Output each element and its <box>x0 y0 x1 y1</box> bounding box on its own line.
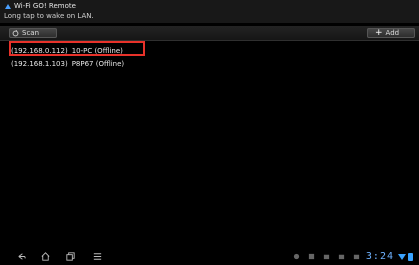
scan-button[interactable]: Scan <box>9 28 57 38</box>
recent-apps-icon[interactable] <box>65 251 76 262</box>
notification-icon[interactable] <box>338 253 345 260</box>
scan-button-label: Scan <box>22 29 40 37</box>
status-area: 3:24 <box>285 251 413 262</box>
back-icon[interactable] <box>16 251 27 262</box>
selection-highlight <box>9 41 145 56</box>
device-ip: (192.168.1.103) <box>11 59 68 68</box>
app-titlebar: Wi-Fi GO! Remote Long tap to wake on LAN… <box>0 0 419 23</box>
notification-icon[interactable] <box>323 253 330 260</box>
system-navbar: 3:24 <box>0 248 419 265</box>
notification-icon[interactable] <box>353 253 360 260</box>
device-row[interactable]: (192.168.1.103) P8P67 (Offline) <box>0 57 419 70</box>
notification-icon[interactable] <box>308 253 315 260</box>
action-bar: Scan + Add <box>0 26 419 41</box>
device-name: P8P67 (Offline) <box>71 59 125 68</box>
add-button[interactable]: + Add <box>367 28 415 38</box>
app-title: Wi-Fi GO! Remote <box>14 2 76 10</box>
clock[interactable]: 3:24 <box>366 251 394 262</box>
battery-icon <box>408 252 413 261</box>
wifi-go-app-icon <box>4 3 12 10</box>
notification-icon[interactable] <box>293 253 300 260</box>
menu-icon[interactable] <box>92 251 103 262</box>
add-button-label: Add <box>385 29 400 37</box>
wifi-icon <box>398 253 406 261</box>
home-icon[interactable] <box>40 251 51 262</box>
scan-icon <box>12 29 19 36</box>
app-hint: Long tap to wake on LAN. <box>4 12 94 20</box>
plus-icon: + <box>375 27 383 38</box>
